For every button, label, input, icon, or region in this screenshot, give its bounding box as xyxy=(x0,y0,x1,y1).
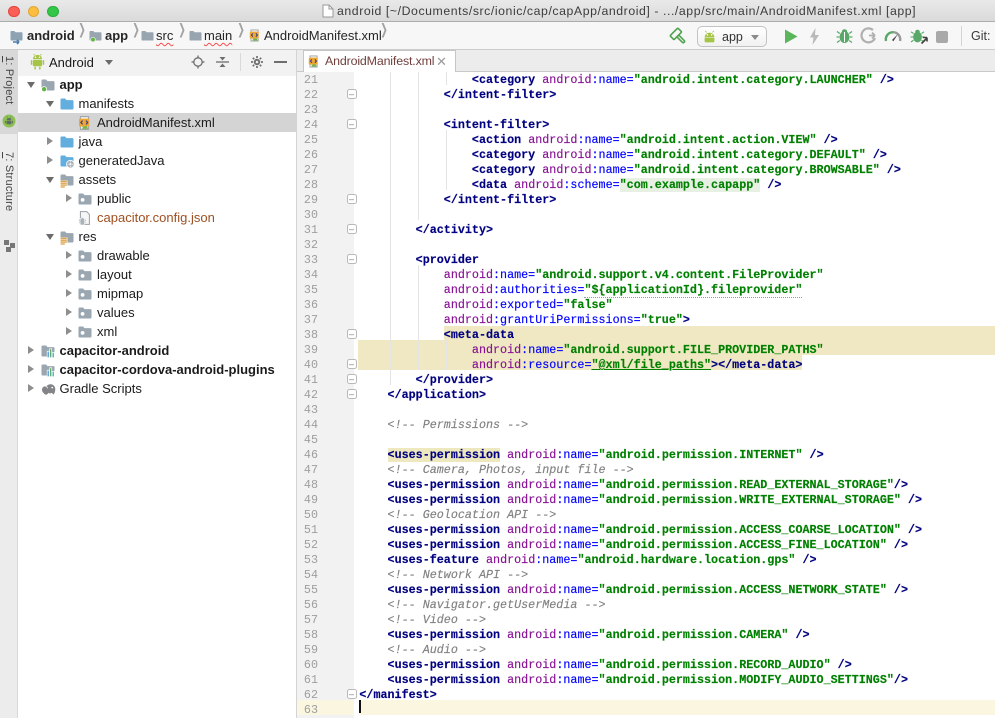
svg-text:{}: {} xyxy=(78,218,86,225)
